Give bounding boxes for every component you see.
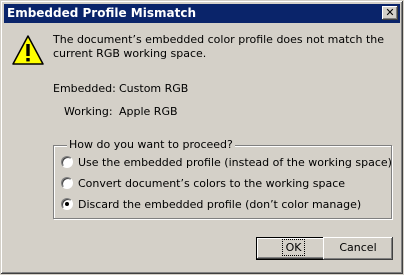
cancel-button[interactable]: Cancel: [323, 237, 393, 260]
radio-button-use-embedded[interactable]: [61, 156, 73, 168]
radio-label-discard[interactable]: Discard the embedded profile (don’t colo…: [78, 198, 361, 211]
working-profile-value: Apple RGB: [119, 105, 178, 118]
warning-icon: [12, 35, 44, 65]
embedded-profile-value: Custom RGB: [119, 82, 189, 95]
radio-button-convert[interactable]: [61, 177, 73, 189]
close-button[interactable]: ✕: [382, 6, 398, 20]
mismatch-message: The document’s embedded color profile do…: [53, 33, 385, 60]
embedded-profile-mismatch-dialog: Embedded Profile Mismatch ✕ The document…: [0, 0, 404, 275]
working-label: Working:: [64, 105, 113, 118]
radio-button-discard[interactable]: [61, 198, 73, 210]
ok-button[interactable]: OK: [256, 237, 331, 260]
radio-label-use-embedded[interactable]: Use the embedded profile (instead of the…: [78, 156, 392, 169]
dialog-title: Embedded Profile Mismatch: [7, 6, 196, 20]
close-icon: ✕: [385, 6, 395, 19]
cancel-button-label: Cancel: [339, 241, 377, 254]
proceed-options-legend: How do you want to proceed?: [67, 138, 235, 151]
ok-button-label: OK: [281, 239, 306, 256]
radio-label-convert[interactable]: Convert document’s colors to the working…: [78, 177, 345, 190]
title-bar[interactable]: Embedded Profile Mismatch ✕: [4, 4, 400, 23]
embedded-label: Embedded:: [53, 82, 116, 95]
